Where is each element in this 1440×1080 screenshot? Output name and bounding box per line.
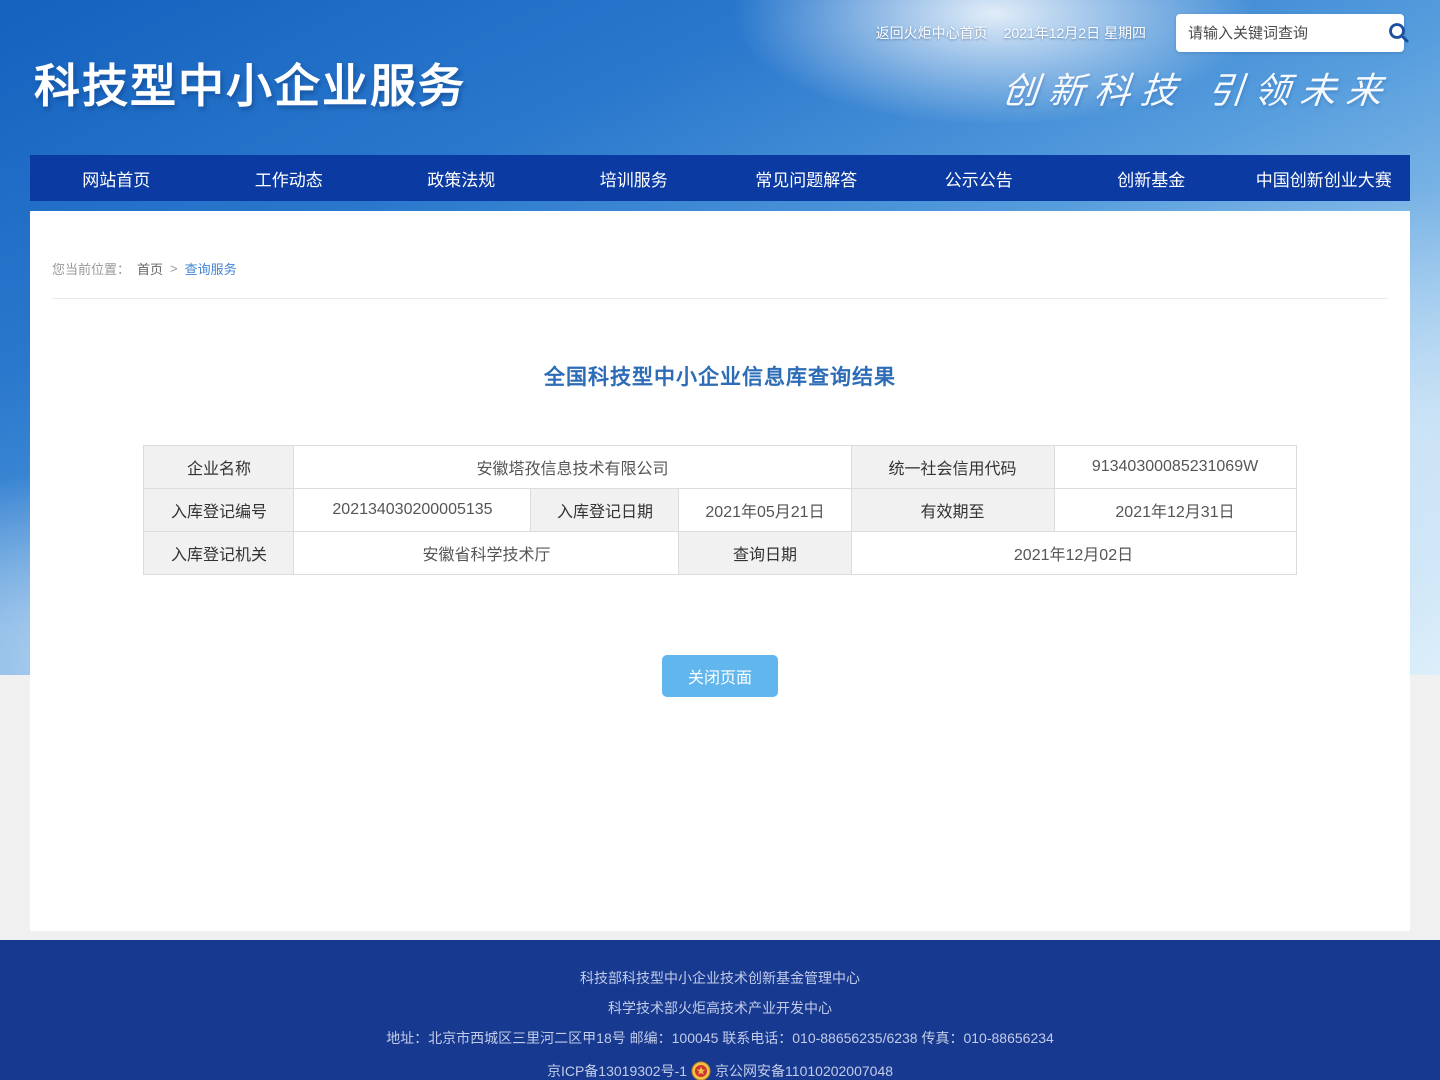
query-date-value: 2021年12月02日 [851,532,1296,575]
nav-item-faq[interactable]: 常见问题解答 [720,155,893,201]
breadcrumb-separator: > [170,261,178,276]
footer-record-line: 京ICP备13019302号-1 京公网安备11010202007048 [0,1061,1440,1080]
top-bar: 返回火炬中心首页 2021年12月2日 星期四 [876,0,1404,66]
company-name-label: 企业名称 [144,446,294,489]
icp-record-link[interactable]: 京ICP备13019302号-1 [547,1064,687,1078]
content-panel: 您当前位置： 首页 > 查询服务 全国科技型中小企业信息库查询结果 企业名称 安… [30,211,1410,931]
search-box [1176,14,1404,52]
footer-contact-line: 地址：北京市西城区三里河二区甲18号 邮编：100045 联系电话：010-88… [0,1031,1440,1045]
breadcrumb-home-link[interactable]: 首页 [137,259,163,278]
reg-date-label: 入库登记日期 [531,489,679,532]
reg-date-value: 2021年05月21日 [679,489,851,532]
footer-org-line-2: 科学技术部火炬高技术产业开发中心 [0,1001,1440,1015]
credit-code-label: 统一社会信用代码 [851,446,1054,489]
table-row: 企业名称 安徽塔孜信息技术有限公司 统一社会信用代码 9134030008523… [144,446,1296,489]
return-torch-home-link[interactable]: 返回火炬中心首页 [876,23,988,43]
valid-until-value: 2021年12月31日 [1054,489,1296,532]
breadcrumb: 您当前位置： 首页 > 查询服务 [52,211,1388,299]
nav-item-innovation-fund[interactable]: 创新基金 [1065,155,1238,201]
nav-item-innovation-competition[interactable]: 中国创新创业大赛 [1238,155,1411,201]
header-slogan: 创新科技 引领未来 [1000,62,1395,114]
site-header: 科技型中小企业服务 返回火炬中心首页 2021年12月2日 星期四 创新科技 引… [0,0,1440,155]
nav-item-home[interactable]: 网站首页 [30,155,203,201]
close-page-button[interactable]: 关闭页面 [662,655,778,697]
reg-authority-value: 安徽省科学技术厅 [294,532,679,575]
valid-until-label: 有效期至 [851,489,1054,532]
nav-item-policies[interactable]: 政策法规 [375,155,548,201]
search-icon[interactable] [1387,20,1411,46]
reg-number-value: 202134030200005135 [294,489,531,532]
site-logo: 科技型中小企业服务 [34,50,466,116]
page-title: 全国科技型中小企业信息库查询结果 [30,361,1410,391]
nav-item-training[interactable]: 培训服务 [548,155,721,201]
site-footer: 科技部科技型中小企业技术创新基金管理中心 科学技术部火炬高技术产业开发中心 地址… [0,940,1440,1080]
main-nav: 网站首页 工作动态 政策法规 培训服务 常见问题解答 公示公告 创新基金 中国创… [30,155,1410,201]
police-record-link[interactable]: 京公网安备11010202007048 [715,1064,893,1078]
query-date-label: 查询日期 [679,532,851,575]
search-input[interactable] [1188,25,1387,42]
table-row: 入库登记机关 安徽省科学技术厅 查询日期 2021年12月02日 [144,532,1296,575]
nav-item-announcements[interactable]: 公示公告 [893,155,1066,201]
query-result-table: 企业名称 安徽塔孜信息技术有限公司 统一社会信用代码 9134030008523… [143,445,1296,575]
current-date: 2021年12月2日 星期四 [1004,23,1146,43]
reg-authority-label: 入库登记机关 [144,532,294,575]
police-badge-icon [691,1061,711,1080]
footer-org-line-1: 科技部科技型中小企业技术创新基金管理中心 [0,971,1440,985]
breadcrumb-prefix: 您当前位置： [52,259,130,278]
company-name-value: 安徽塔孜信息技术有限公司 [294,446,851,489]
breadcrumb-current-link[interactable]: 查询服务 [185,259,237,278]
nav-item-work-news[interactable]: 工作动态 [203,155,376,201]
credit-code-value: 91340300085231069W [1054,446,1296,489]
table-row: 入库登记编号 202134030200005135 入库登记日期 2021年05… [144,489,1296,532]
reg-number-label: 入库登记编号 [144,489,294,532]
